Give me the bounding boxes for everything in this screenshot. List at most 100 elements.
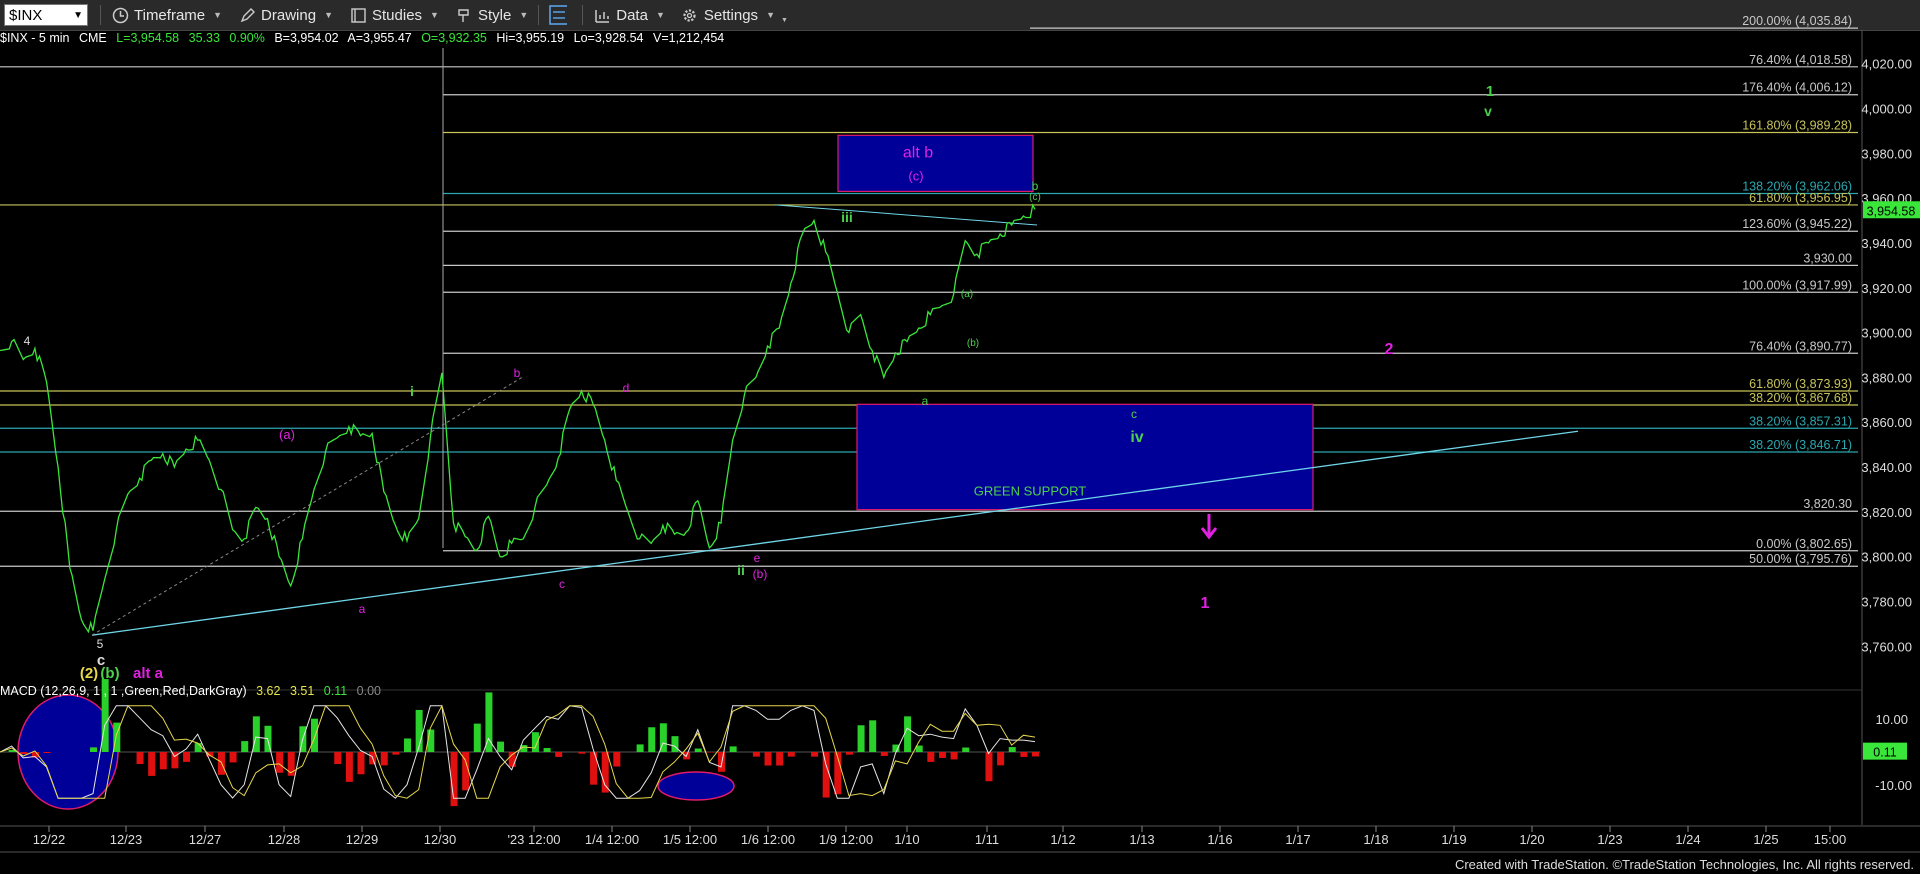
x-tick-label: 1/20 [1519, 832, 1544, 847]
layout-button[interactable] [541, 0, 580, 30]
fib-level-label: 38.20% (3,846.71) [1749, 438, 1852, 452]
macd-histogram-bar [171, 752, 179, 769]
macd-histogram-bar [299, 726, 307, 752]
macd-histogram-bar [764, 752, 772, 766]
macd-histogram-bar [997, 752, 1005, 766]
fib-level-label: 176.40% (4,006.12) [1742, 81, 1852, 95]
separator [538, 5, 540, 25]
macd-histogram-bar [159, 752, 167, 770]
macd-histogram-bar [462, 752, 470, 791]
wave-label: b [514, 366, 521, 380]
wave-label: d [623, 381, 630, 395]
x-tick-label: 12/27 [189, 832, 222, 847]
macd-histogram-bar [694, 748, 702, 752]
macd-histogram-bar [1020, 752, 1028, 757]
macd-histogram-bar [718, 752, 726, 772]
chevron-down-icon: ▼ [430, 10, 439, 20]
chevron-down-icon: ▼ [324, 10, 333, 20]
symbol-input[interactable]: $INX ▼ [4, 4, 88, 26]
wave-label: 2 [1385, 341, 1394, 358]
chevron-down-icon: ▼ [213, 10, 223, 20]
macd-histogram-bar [450, 752, 458, 807]
macd-histogram-bar [276, 752, 284, 773]
wave-label: (2) [80, 665, 98, 682]
exchange: CME [78, 31, 107, 45]
drawing-label: Drawing [261, 6, 317, 24]
wave-label: b [1032, 179, 1039, 193]
fib-level-label: 138.20% (3,962.06) [1742, 179, 1852, 193]
macd-histogram-bar [543, 748, 551, 752]
x-tick-label: 12/29 [346, 832, 379, 847]
macd-histogram-bar [8, 750, 16, 752]
macd-histogram-bar [427, 729, 435, 752]
macd-histogram-bar [415, 709, 423, 752]
data-icon [593, 6, 611, 24]
pen-icon [238, 6, 256, 24]
drawing-button[interactable]: Drawing ▼ [230, 0, 341, 30]
macd-histogram-bar [287, 752, 295, 776]
macd-histogram-bar [613, 752, 621, 767]
macd-histogram-bar [845, 752, 853, 755]
layout-icon [549, 5, 568, 25]
wave-label: c [97, 652, 105, 669]
macd-histogram-bar [497, 741, 505, 752]
macd-histogram-bar [985, 752, 993, 782]
price-chart[interactable]: 200.00% (4,035.84)76.40% (4,018.58)176.4… [0, 0, 1920, 874]
x-tick-label: 12/23 [110, 832, 143, 847]
macd-histogram-bar [776, 752, 784, 766]
data-label: Data [616, 6, 648, 24]
x-tick-label: 1/18 [1363, 832, 1388, 847]
wave-label: v [1484, 103, 1492, 119]
wave-label: 1 [1201, 595, 1210, 612]
chevron-down-icon: ▼ [766, 10, 775, 20]
macd-histogram-bar [357, 752, 365, 775]
pct-change: 0.90% [229, 31, 265, 45]
macd-histogram-bar [392, 752, 400, 755]
x-tick-label: 1/19 [1441, 832, 1466, 847]
macd-histogram-bar [659, 723, 667, 752]
x-tick-label: 1/12 [1050, 832, 1075, 847]
macd-histogram-bar [43, 752, 51, 753]
y-tick-label: 3,860.00 [1861, 415, 1912, 430]
low: Lo=3,928.54 [573, 31, 644, 45]
data-button[interactable]: Data ▼ [585, 0, 673, 30]
studies-label: Studies [372, 6, 423, 24]
open: O=3,932.35 [421, 31, 487, 45]
fib-level-label: 50.00% (3,795.76) [1749, 552, 1852, 566]
chevron-down-icon[interactable]: ▼ [73, 10, 83, 21]
settings-button[interactable]: Settings ▼ ▼ [673, 0, 796, 30]
fib-level-label: 76.40% (4,018.58) [1749, 53, 1852, 67]
macd-histogram-bar [857, 725, 865, 752]
dotted-trendline [91, 376, 523, 636]
macd-histogram-bar [601, 752, 609, 793]
wave-label: (a) [279, 427, 295, 442]
alt-b-box [837, 134, 1034, 192]
x-tick-label: 1/13 [1129, 832, 1154, 847]
macd-histogram-bar [345, 752, 353, 782]
separator [582, 5, 584, 25]
x-tick-label: '23 12:00 [507, 832, 560, 847]
footer-copyright: Created with TradeStation. ©TradeStation… [1454, 857, 1914, 872]
macd-highlight-ellipse [17, 694, 119, 810]
macd-histogram-bar [113, 722, 121, 752]
fib-level-label: 61.80% (3,873.93) [1749, 377, 1852, 391]
macd-histogram-bar [950, 752, 958, 760]
y-tick-label: 4,020.00 [1861, 57, 1912, 72]
timeframe-button[interactable]: Timeframe ▼ [103, 0, 230, 30]
macd-histogram-bar [310, 718, 318, 752]
y-tick-label: 4,000.00 [1861, 101, 1912, 116]
macd-histogram-bar [648, 727, 656, 752]
style-button[interactable]: Style ▼ [447, 0, 536, 30]
wave-label: e [754, 551, 761, 565]
macd-histogram-bar [369, 752, 377, 765]
bid: B=3,954.02 [274, 31, 339, 45]
style-label: Style [477, 6, 512, 24]
macd-histogram-bar [183, 752, 191, 762]
macd-avg: 3.51 [289, 684, 315, 698]
y-tick-label: 3,900.00 [1861, 326, 1912, 341]
fib-level-label: 3,820.30 [1803, 497, 1852, 511]
macd-highlight-ellipse [657, 771, 735, 801]
wave-label: 4 [24, 334, 31, 348]
studies-button[interactable]: Studies ▼ [341, 0, 447, 30]
macd-histogram-bar [787, 752, 795, 757]
